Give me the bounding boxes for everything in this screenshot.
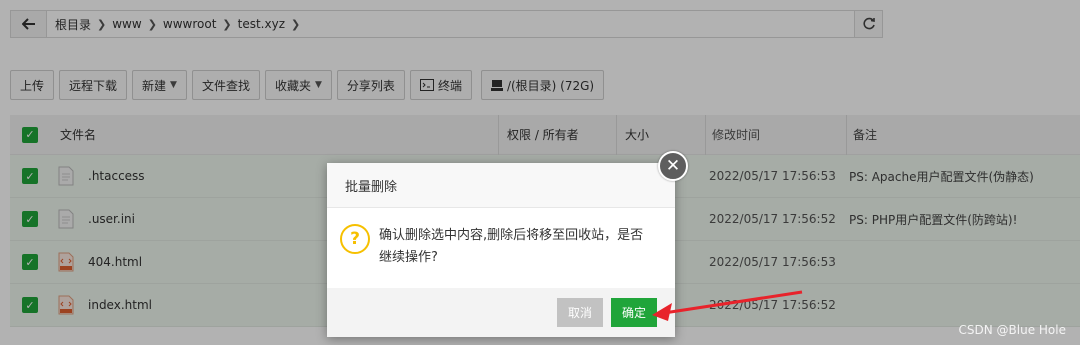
dialog-message-line2: 继续操作? bbox=[379, 250, 438, 265]
dialog-title: 批量删除 bbox=[327, 163, 675, 208]
question-icon: ? bbox=[340, 224, 370, 254]
dialog-message-line1: 确认删除选中内容,删除后将移至回收站，是否 bbox=[379, 228, 644, 243]
dialog-body: ? 确认删除选中内容,删除后将移至回收站，是否 继续操作? bbox=[327, 208, 675, 288]
confirm-button[interactable]: 确定 bbox=[611, 298, 657, 327]
cancel-button[interactable]: 取消 bbox=[557, 298, 603, 327]
watermark: CSDN @Blue Hole bbox=[958, 323, 1066, 337]
close-icon[interactable]: ✕ bbox=[658, 151, 688, 181]
dialog-footer: 取消 确定 bbox=[327, 288, 675, 337]
batch-delete-dialog: 批量删除 ? 确认删除选中内容,删除后将移至回收站，是否 继续操作? 取消 确定 bbox=[327, 163, 675, 337]
